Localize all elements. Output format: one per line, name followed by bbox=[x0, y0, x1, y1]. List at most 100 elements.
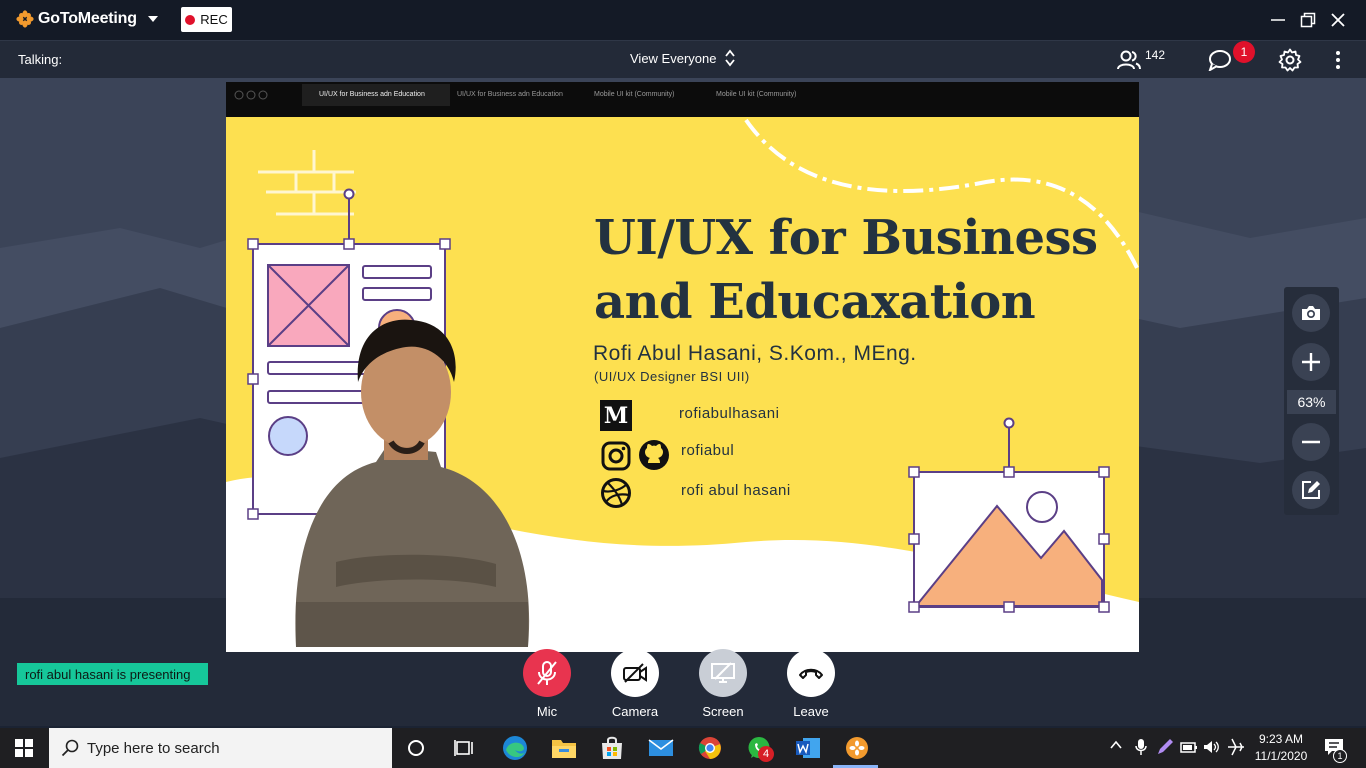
camera-label: Camera bbox=[611, 704, 659, 719]
minimize-button[interactable] bbox=[1267, 9, 1289, 31]
people-icon bbox=[1117, 50, 1141, 70]
shared-screen[interactable]: UI/UX for Business adn Education UI/UX f… bbox=[226, 82, 1139, 652]
sort-arrows-icon bbox=[725, 49, 736, 67]
chat-button[interactable] bbox=[1208, 48, 1232, 72]
settings-button[interactable] bbox=[1278, 48, 1302, 72]
slide-tab-3: Mobile UI kit (Community) bbox=[594, 91, 675, 98]
search-icon bbox=[61, 739, 79, 757]
clock-date: 11/1/2020 bbox=[1254, 749, 1308, 763]
gear-icon bbox=[1278, 48, 1302, 72]
volume-icon bbox=[1204, 741, 1219, 753]
medium-handle: rofiabulhasani bbox=[679, 405, 780, 422]
dribbble-icon bbox=[601, 478, 631, 508]
taskbar-store[interactable] bbox=[596, 732, 628, 764]
screen-label: Screen bbox=[702, 704, 744, 719]
view-everyone-selector[interactable]: View Everyone bbox=[630, 49, 736, 67]
start-button[interactable] bbox=[8, 732, 40, 764]
restore-button[interactable] bbox=[1297, 9, 1319, 31]
mail-icon bbox=[648, 739, 674, 756]
screen-control[interactable]: Screen bbox=[693, 649, 753, 719]
chrome-icon bbox=[698, 737, 721, 759]
leave-label: Leave bbox=[793, 704, 829, 719]
zoom-out-button[interactable] bbox=[1292, 423, 1330, 461]
taskbar-search[interactable]: Type here to search bbox=[49, 728, 392, 768]
medium-icon: M bbox=[600, 400, 632, 431]
kebab-menu-icon bbox=[1336, 51, 1340, 69]
slide-tab-2: UI/UX for Business adn Education bbox=[457, 91, 563, 98]
slide-canvas bbox=[226, 82, 1139, 652]
leave-meeting-button[interactable] bbox=[787, 649, 835, 697]
meeting-toolbar: Talking: View Everyone 142 bbox=[0, 40, 1366, 78]
tray-volume[interactable] bbox=[1203, 738, 1221, 761]
tray-battery[interactable] bbox=[1180, 738, 1198, 761]
talking-label: Talking: bbox=[18, 52, 63, 67]
cortana-button[interactable] bbox=[400, 732, 432, 764]
camera-control[interactable]: Camera bbox=[605, 649, 665, 719]
close-icon bbox=[1331, 13, 1345, 27]
windows-taskbar: Type here to search 4 9:23 AM 11/1/2020 … bbox=[0, 728, 1366, 768]
annotate-button[interactable] bbox=[1292, 471, 1330, 509]
gotomeeting-taskbar-icon bbox=[846, 737, 868, 759]
pen-workspace-icon bbox=[1158, 739, 1173, 754]
tray-pen[interactable] bbox=[1156, 738, 1174, 761]
hang-up-icon bbox=[799, 668, 823, 679]
slide-tab-1: UI/UX for Business adn Education bbox=[319, 91, 425, 98]
edit-pencil-icon bbox=[1302, 481, 1320, 499]
taskbar-chrome[interactable] bbox=[694, 732, 726, 764]
mic-muted-icon bbox=[537, 661, 557, 685]
camera-snapshot-icon bbox=[1302, 306, 1320, 320]
windows-logo-icon bbox=[15, 739, 33, 757]
clock-time: 9:23 AM bbox=[1258, 732, 1304, 746]
word-icon bbox=[796, 738, 820, 758]
zoom-panel: 63% bbox=[1284, 287, 1339, 515]
whatsapp-badge: 4 bbox=[758, 746, 774, 762]
presenter-name: Rofi Abul Hasani, S.Kom., MEng. bbox=[593, 342, 917, 365]
restore-icon bbox=[1300, 12, 1316, 28]
zoom-level: 63% bbox=[1287, 390, 1336, 414]
folder-icon bbox=[552, 740, 576, 758]
screen-share-button[interactable] bbox=[699, 649, 747, 697]
medium-glyph: M bbox=[603, 402, 629, 429]
show-hidden-icons[interactable] bbox=[1109, 738, 1123, 757]
more-options-button[interactable] bbox=[1330, 48, 1346, 72]
camera-off-icon bbox=[623, 663, 647, 683]
tray-airplane[interactable] bbox=[1227, 738, 1245, 761]
zoom-in-button[interactable] bbox=[1292, 343, 1330, 381]
chevron-down-icon bbox=[147, 16, 158, 22]
mic-toggle-button[interactable] bbox=[523, 649, 571, 697]
taskbar-gotomeeting[interactable] bbox=[841, 732, 873, 764]
camera-toggle-button[interactable] bbox=[611, 649, 659, 697]
screen-share-off-icon bbox=[711, 662, 735, 683]
presenting-status: rofi abul hasani is presenting bbox=[17, 663, 208, 685]
minus-icon bbox=[1302, 440, 1320, 444]
chevron-up-icon bbox=[1110, 740, 1122, 749]
taskbar-edge[interactable] bbox=[499, 732, 531, 764]
presenter-role: (UI/UX Designer BSI UII) bbox=[594, 369, 750, 384]
taskbar-clock[interactable]: 9:23 AM 11/1/2020 bbox=[1250, 731, 1312, 765]
app-menu[interactable]: GoToMeeting bbox=[16, 10, 159, 28]
taskbar-word[interactable] bbox=[792, 732, 824, 764]
title-bar: GoToMeeting REC bbox=[0, 0, 1366, 40]
screenshot-button[interactable] bbox=[1292, 294, 1330, 332]
edge-icon bbox=[503, 736, 527, 760]
attendees-button[interactable]: 142 bbox=[1117, 48, 1165, 72]
view-label: View Everyone bbox=[630, 50, 717, 66]
cortana-circle-icon bbox=[408, 740, 424, 756]
github-icon bbox=[639, 440, 669, 470]
slide-tab-4: Mobile UI kit (Community) bbox=[716, 91, 797, 98]
close-window-button[interactable] bbox=[1327, 9, 1349, 31]
leave-control[interactable]: Leave bbox=[781, 649, 841, 719]
taskbar-file-explorer[interactable] bbox=[548, 732, 580, 764]
dribbble-handle: rofi abul hasani bbox=[681, 482, 791, 499]
gotomeeting-logo-icon bbox=[16, 10, 34, 28]
task-view-icon bbox=[454, 740, 473, 756]
microphone-icon bbox=[1135, 739, 1147, 755]
mic-control[interactable]: Mic bbox=[517, 649, 577, 719]
instagram-github-handle: rofiabul bbox=[681, 442, 735, 459]
record-button[interactable]: REC bbox=[181, 7, 232, 32]
minimize-icon bbox=[1271, 19, 1285, 21]
taskbar-mail[interactable] bbox=[645, 732, 677, 764]
tray-microphone[interactable] bbox=[1134, 738, 1148, 761]
task-view-button[interactable] bbox=[448, 732, 480, 764]
record-dot-icon bbox=[185, 14, 196, 25]
